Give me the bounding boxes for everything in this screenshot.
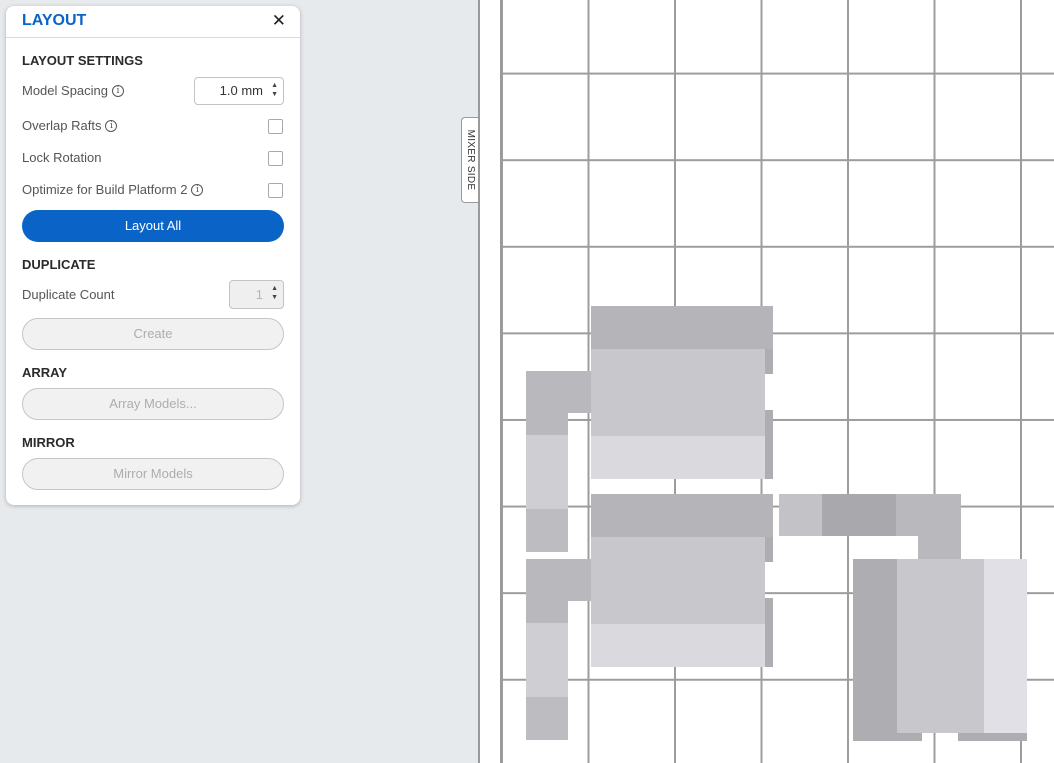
mixer-side-label: MIXER SIDE xyxy=(465,129,476,191)
panel-header: LAYOUT ✕ xyxy=(6,6,300,38)
overlap-rafts-row: Overlap Rafts i xyxy=(22,118,118,133)
lock-rotation-label: Lock Rotation xyxy=(22,150,102,165)
layout-settings-heading: LAYOUT SETTINGS xyxy=(22,53,143,68)
mixer-side-tab: MIXER SIDE xyxy=(461,117,478,203)
duplicate-count-label: Duplicate Count xyxy=(22,287,115,302)
info-icon[interactable]: i xyxy=(191,183,204,196)
model-a-arm[interactable] xyxy=(526,371,592,552)
info-icon[interactable]: i xyxy=(105,119,118,132)
model-a-body[interactable] xyxy=(591,306,773,479)
layout-panel: LAYOUT ✕ LAYOUT SETTINGS Model Spacing i… xyxy=(6,6,300,505)
duplicate-count-stepper[interactable]: 1 ▲ ▼ xyxy=(229,280,284,309)
model-c-arm[interactable] xyxy=(779,494,961,560)
model-b-body[interactable] xyxy=(591,494,773,667)
optimize-row: Optimize for Build Platform 2 i xyxy=(22,182,204,197)
info-icon[interactable]: i xyxy=(112,84,124,97)
array-models-button[interactable]: Array Models... xyxy=(22,388,284,420)
mirror-heading: MIRROR xyxy=(22,435,75,450)
duplicate-heading: DUPLICATE xyxy=(22,257,96,272)
create-button[interactable]: Create xyxy=(22,318,284,350)
model-spacing-row: Model Spacing i xyxy=(22,83,124,98)
optimize-label: Optimize for Build Platform 2 xyxy=(22,182,188,197)
lock-rotation-checkbox[interactable] xyxy=(268,151,283,166)
panel-title: LAYOUT xyxy=(22,12,87,29)
overlap-rafts-label: Overlap Rafts xyxy=(22,118,102,133)
mirror-models-button[interactable]: Mirror Models xyxy=(22,458,284,490)
duplicate-count-value: 1 xyxy=(255,287,263,302)
optimize-checkbox[interactable] xyxy=(268,183,283,198)
stepper-arrows-icon[interactable]: ▲ ▼ xyxy=(271,81,278,99)
model-c-body[interactable] xyxy=(853,559,1027,741)
overlap-rafts-checkbox[interactable] xyxy=(268,119,283,134)
model-spacing-label: Model Spacing xyxy=(22,83,108,98)
build-platform-viewport[interactable] xyxy=(478,0,1054,763)
stepper-arrows-icon[interactable]: ▲ ▼ xyxy=(271,284,278,302)
layout-all-button[interactable]: Layout All xyxy=(22,210,284,242)
model-spacing-stepper[interactable]: 1.0 mm ▲ ▼ xyxy=(194,77,284,105)
array-heading: ARRAY xyxy=(22,365,68,380)
model-b-arm[interactable] xyxy=(526,559,592,740)
model-spacing-value: 1.0 mm xyxy=(219,83,263,98)
close-icon[interactable]: ✕ xyxy=(272,11,286,31)
